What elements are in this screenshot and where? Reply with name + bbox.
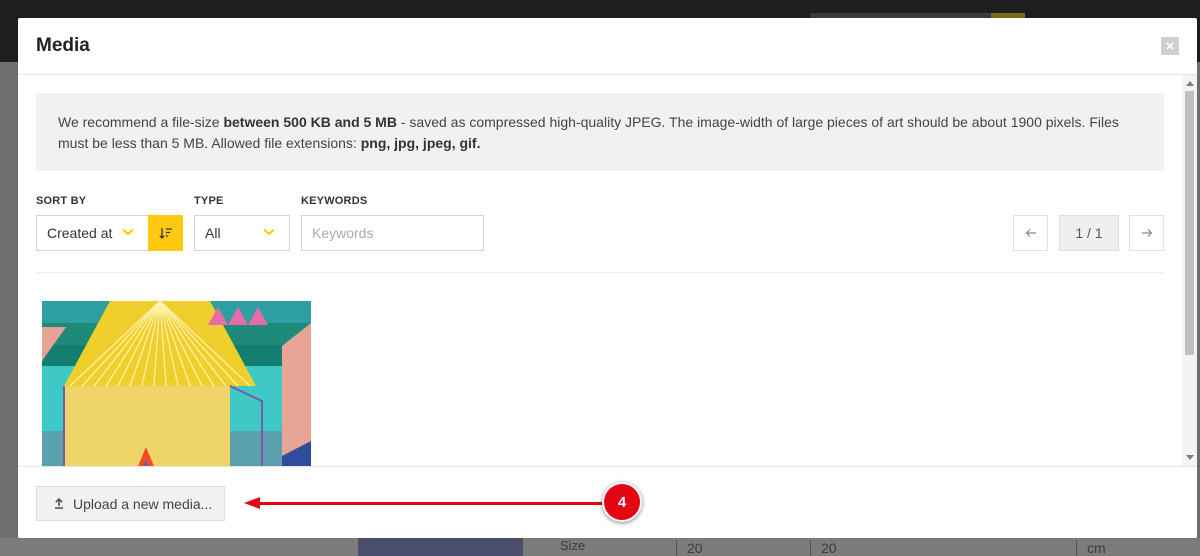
page-counter: 1 / 1 <box>1059 215 1119 251</box>
upload-icon <box>54 498 64 509</box>
media-modal: Media We recommend a file-size between 5… <box>18 18 1197 538</box>
sort-order-icon <box>158 228 172 239</box>
type-value: All <box>205 225 221 241</box>
modal-scrollbar[interactable] <box>1182 75 1197 466</box>
annotation-arrow-line <box>249 502 604 505</box>
upload-button-label: Upload a new media... <box>73 495 213 512</box>
background-width-field: 20 <box>676 540 786 556</box>
keywords-input[interactable] <box>301 215 484 251</box>
arrow-left-icon <box>1025 229 1036 237</box>
background-bottom-strip: Size 20 20 cm <box>0 538 1200 556</box>
filters-divider <box>36 272 1164 273</box>
keywords-label: KEYWORDS <box>301 195 368 207</box>
chevron-down-icon <box>122 228 134 236</box>
notice-extensions: png, jpg, jpeg, gif. <box>360 135 481 151</box>
sort-order-button[interactable] <box>148 215 183 251</box>
background-unit-select: cm <box>1076 540 1186 556</box>
previous-page-button[interactable] <box>1013 215 1048 251</box>
modal-header: Media <box>18 18 1197 75</box>
notice-filesize-range: between 500 KB and 5 MB <box>223 114 397 130</box>
chevron-down-icon <box>263 228 275 236</box>
media-thumbnail[interactable] <box>42 301 311 466</box>
background-height-field: 20 <box>810 540 920 556</box>
upload-new-media-button[interactable]: Upload a new media... <box>36 486 225 521</box>
scroll-down-icon[interactable] <box>1186 455 1194 460</box>
sort-by-label: SORT BY <box>36 195 87 207</box>
upload-recommendation-notice: We recommend a file-size between 500 KB … <box>36 93 1164 171</box>
scroll-up-icon[interactable] <box>1186 81 1194 86</box>
close-button[interactable] <box>1161 37 1179 55</box>
arrow-right-icon <box>1141 229 1152 237</box>
sort-by-select[interactable]: Created at <box>36 215 149 251</box>
close-icon <box>1166 42 1174 50</box>
notice-text-1: We recommend a file-size <box>58 114 224 130</box>
modal-title: Media <box>36 35 90 56</box>
scroll-thumb[interactable] <box>1185 91 1194 355</box>
background-artwork <box>358 538 523 556</box>
sort-by-value: Created at <box>47 225 113 241</box>
background-size-label: Size <box>560 538 586 553</box>
annotation-step-badge: 4 <box>602 482 642 522</box>
type-select[interactable]: All <box>194 215 290 251</box>
next-page-button[interactable] <box>1129 215 1164 251</box>
artwork-image <box>42 301 311 466</box>
type-label: TYPE <box>194 195 224 207</box>
